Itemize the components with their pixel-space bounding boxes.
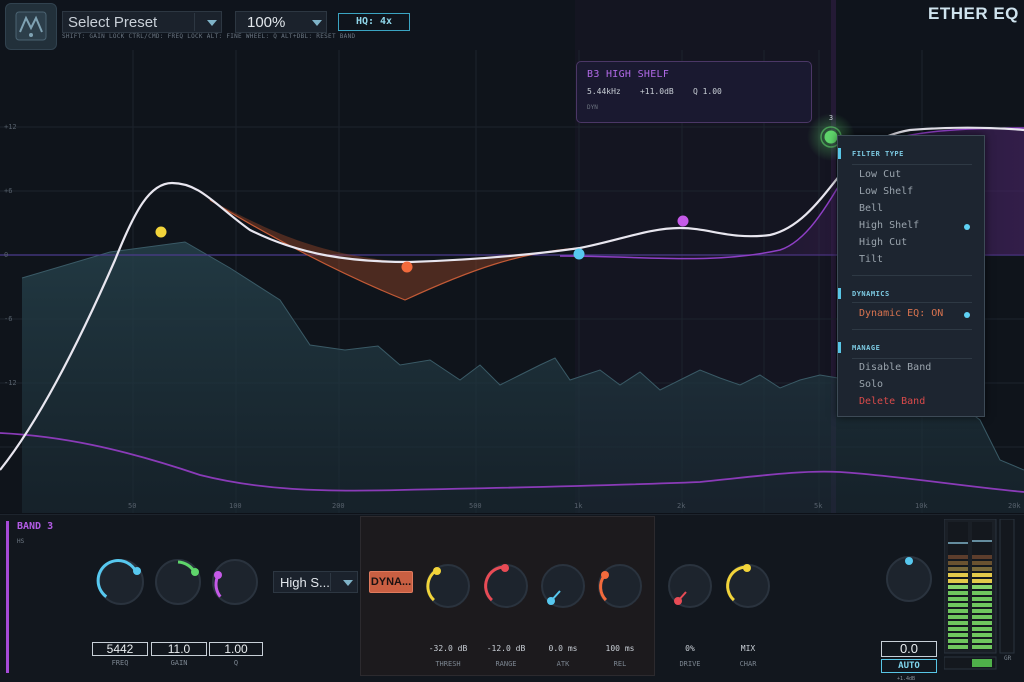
menu-item-low-shelf[interactable]: Low Shelf xyxy=(859,186,913,197)
band2-handle[interactable] xyxy=(401,261,413,273)
band5-handle[interactable] xyxy=(677,215,689,227)
character-value: MIX xyxy=(740,644,756,653)
menu-item-high-shelf[interactable]: High Shelf xyxy=(859,220,919,231)
freq-label: 10k xyxy=(915,502,928,510)
output-meter xyxy=(944,519,1015,670)
filter-type-label: High S... xyxy=(280,575,330,590)
menu-divider xyxy=(852,164,972,165)
filter-type-divider xyxy=(330,573,331,591)
band3-handle[interactable] xyxy=(824,130,838,144)
band1-handle[interactable] xyxy=(155,226,167,238)
menu-item-tilt[interactable]: Tilt xyxy=(859,254,883,265)
band-title: BAND 3 xyxy=(17,521,54,532)
band4-handle[interactable] xyxy=(573,248,585,260)
freq-label: 100 xyxy=(229,502,242,510)
menu-section-filter-type: FILTER TYPE xyxy=(852,150,904,158)
db-label: +12 xyxy=(4,123,17,131)
freq-label: 2k xyxy=(677,502,686,510)
freq-label: FREQ xyxy=(111,659,129,667)
selected-indicator-icon xyxy=(964,224,970,230)
menu-divider xyxy=(852,275,972,276)
drive-knob[interactable] xyxy=(665,561,715,611)
band-context-menu: FILTER TYPE Low Cut Low Shelf Bell High … xyxy=(837,135,985,417)
band-info-mode: DYN xyxy=(587,104,598,111)
drive-label: DRIVE xyxy=(679,660,701,668)
release-value: 100 ms xyxy=(605,644,635,653)
attack-value: 0.0 ms xyxy=(548,644,578,653)
band-info-values: 5.44kHz +11.0dB Q 1.00 xyxy=(587,87,722,96)
menu-item-solo[interactable]: Solo xyxy=(859,379,883,390)
dynamic-eq-on-indicator-icon xyxy=(964,312,970,318)
band3-number: 3 xyxy=(829,114,833,122)
menu-section-manage: MANAGE xyxy=(852,344,881,352)
section-marker xyxy=(838,342,841,353)
range-knob[interactable] xyxy=(481,561,531,611)
release-label: REL xyxy=(613,660,627,668)
gain-knob[interactable] xyxy=(152,556,204,608)
menu-divider xyxy=(852,302,972,303)
thresh-knob[interactable] xyxy=(423,561,473,611)
filter-type-dropdown[interactable]: High S... xyxy=(273,571,358,593)
band-color-bar xyxy=(6,521,9,673)
attack-knob[interactable] xyxy=(538,561,588,611)
band-info-tooltip: B3 HIGH SHELF 5.44kHz +11.0dB Q 1.00 DYN xyxy=(576,61,812,123)
q-value[interactable]: 1.00 xyxy=(209,642,263,656)
freq-knob[interactable] xyxy=(95,556,147,608)
db-label: -6 xyxy=(4,315,13,323)
freq-label: 20k xyxy=(1008,502,1021,510)
character-label: CHAR xyxy=(739,660,757,668)
band-type-abbrev: HS xyxy=(17,538,25,545)
freq-label: 50 xyxy=(128,502,137,510)
release-knob[interactable] xyxy=(595,561,645,611)
menu-item-delete-band[interactable]: Delete Band xyxy=(859,396,925,407)
q-label: Q xyxy=(233,659,239,667)
db-label: +6 xyxy=(4,187,13,195)
gain-value[interactable]: 11.0 xyxy=(151,642,207,656)
auto-gain-readout: +1.4dB xyxy=(897,676,916,682)
menu-divider xyxy=(852,358,972,359)
chevron-down-icon xyxy=(343,580,353,586)
auto-gain-button[interactable]: AUTO xyxy=(881,659,937,673)
freq-label: 5k xyxy=(814,502,823,510)
thresh-label: THRESH xyxy=(435,660,461,668)
menu-item-dynamic-eq[interactable]: Dynamic EQ: ON xyxy=(859,308,943,319)
menu-item-disable-band[interactable]: Disable Band xyxy=(859,362,931,373)
dynamics-toggle-button[interactable]: DYNA... xyxy=(369,571,413,593)
menu-divider xyxy=(852,329,972,330)
menu-item-low-cut[interactable]: Low Cut xyxy=(859,169,901,180)
attack-label: ATK xyxy=(556,660,570,668)
menu-item-bell[interactable]: Bell xyxy=(859,203,883,214)
gain-label: GAIN xyxy=(170,659,188,667)
q-knob[interactable] xyxy=(209,556,261,608)
drive-value: 0% xyxy=(685,644,695,653)
character-knob[interactable] xyxy=(723,561,773,611)
range-label: RANGE xyxy=(495,660,517,668)
menu-section-dynamics: DYNAMICS xyxy=(852,290,890,298)
output-gain-value[interactable]: 0.0 xyxy=(881,641,937,657)
range-value: -12.0 dB xyxy=(486,644,526,653)
thresh-value: -32.0 dB xyxy=(428,644,468,653)
db-label: 0 xyxy=(4,251,9,259)
freq-value[interactable]: 5442 xyxy=(92,642,148,656)
freq-label: 500 xyxy=(469,502,482,510)
gain-reduction-label: GR xyxy=(1004,655,1012,662)
output-gain-knob[interactable] xyxy=(883,553,935,605)
freq-label: 200 xyxy=(332,502,345,510)
section-marker xyxy=(838,148,841,159)
section-marker xyxy=(838,288,841,299)
menu-item-high-cut[interactable]: High Cut xyxy=(859,237,907,248)
freq-label: 1k xyxy=(574,502,583,510)
band-info-title: B3 HIGH SHELF xyxy=(587,69,670,80)
db-label: -12 xyxy=(4,379,17,387)
